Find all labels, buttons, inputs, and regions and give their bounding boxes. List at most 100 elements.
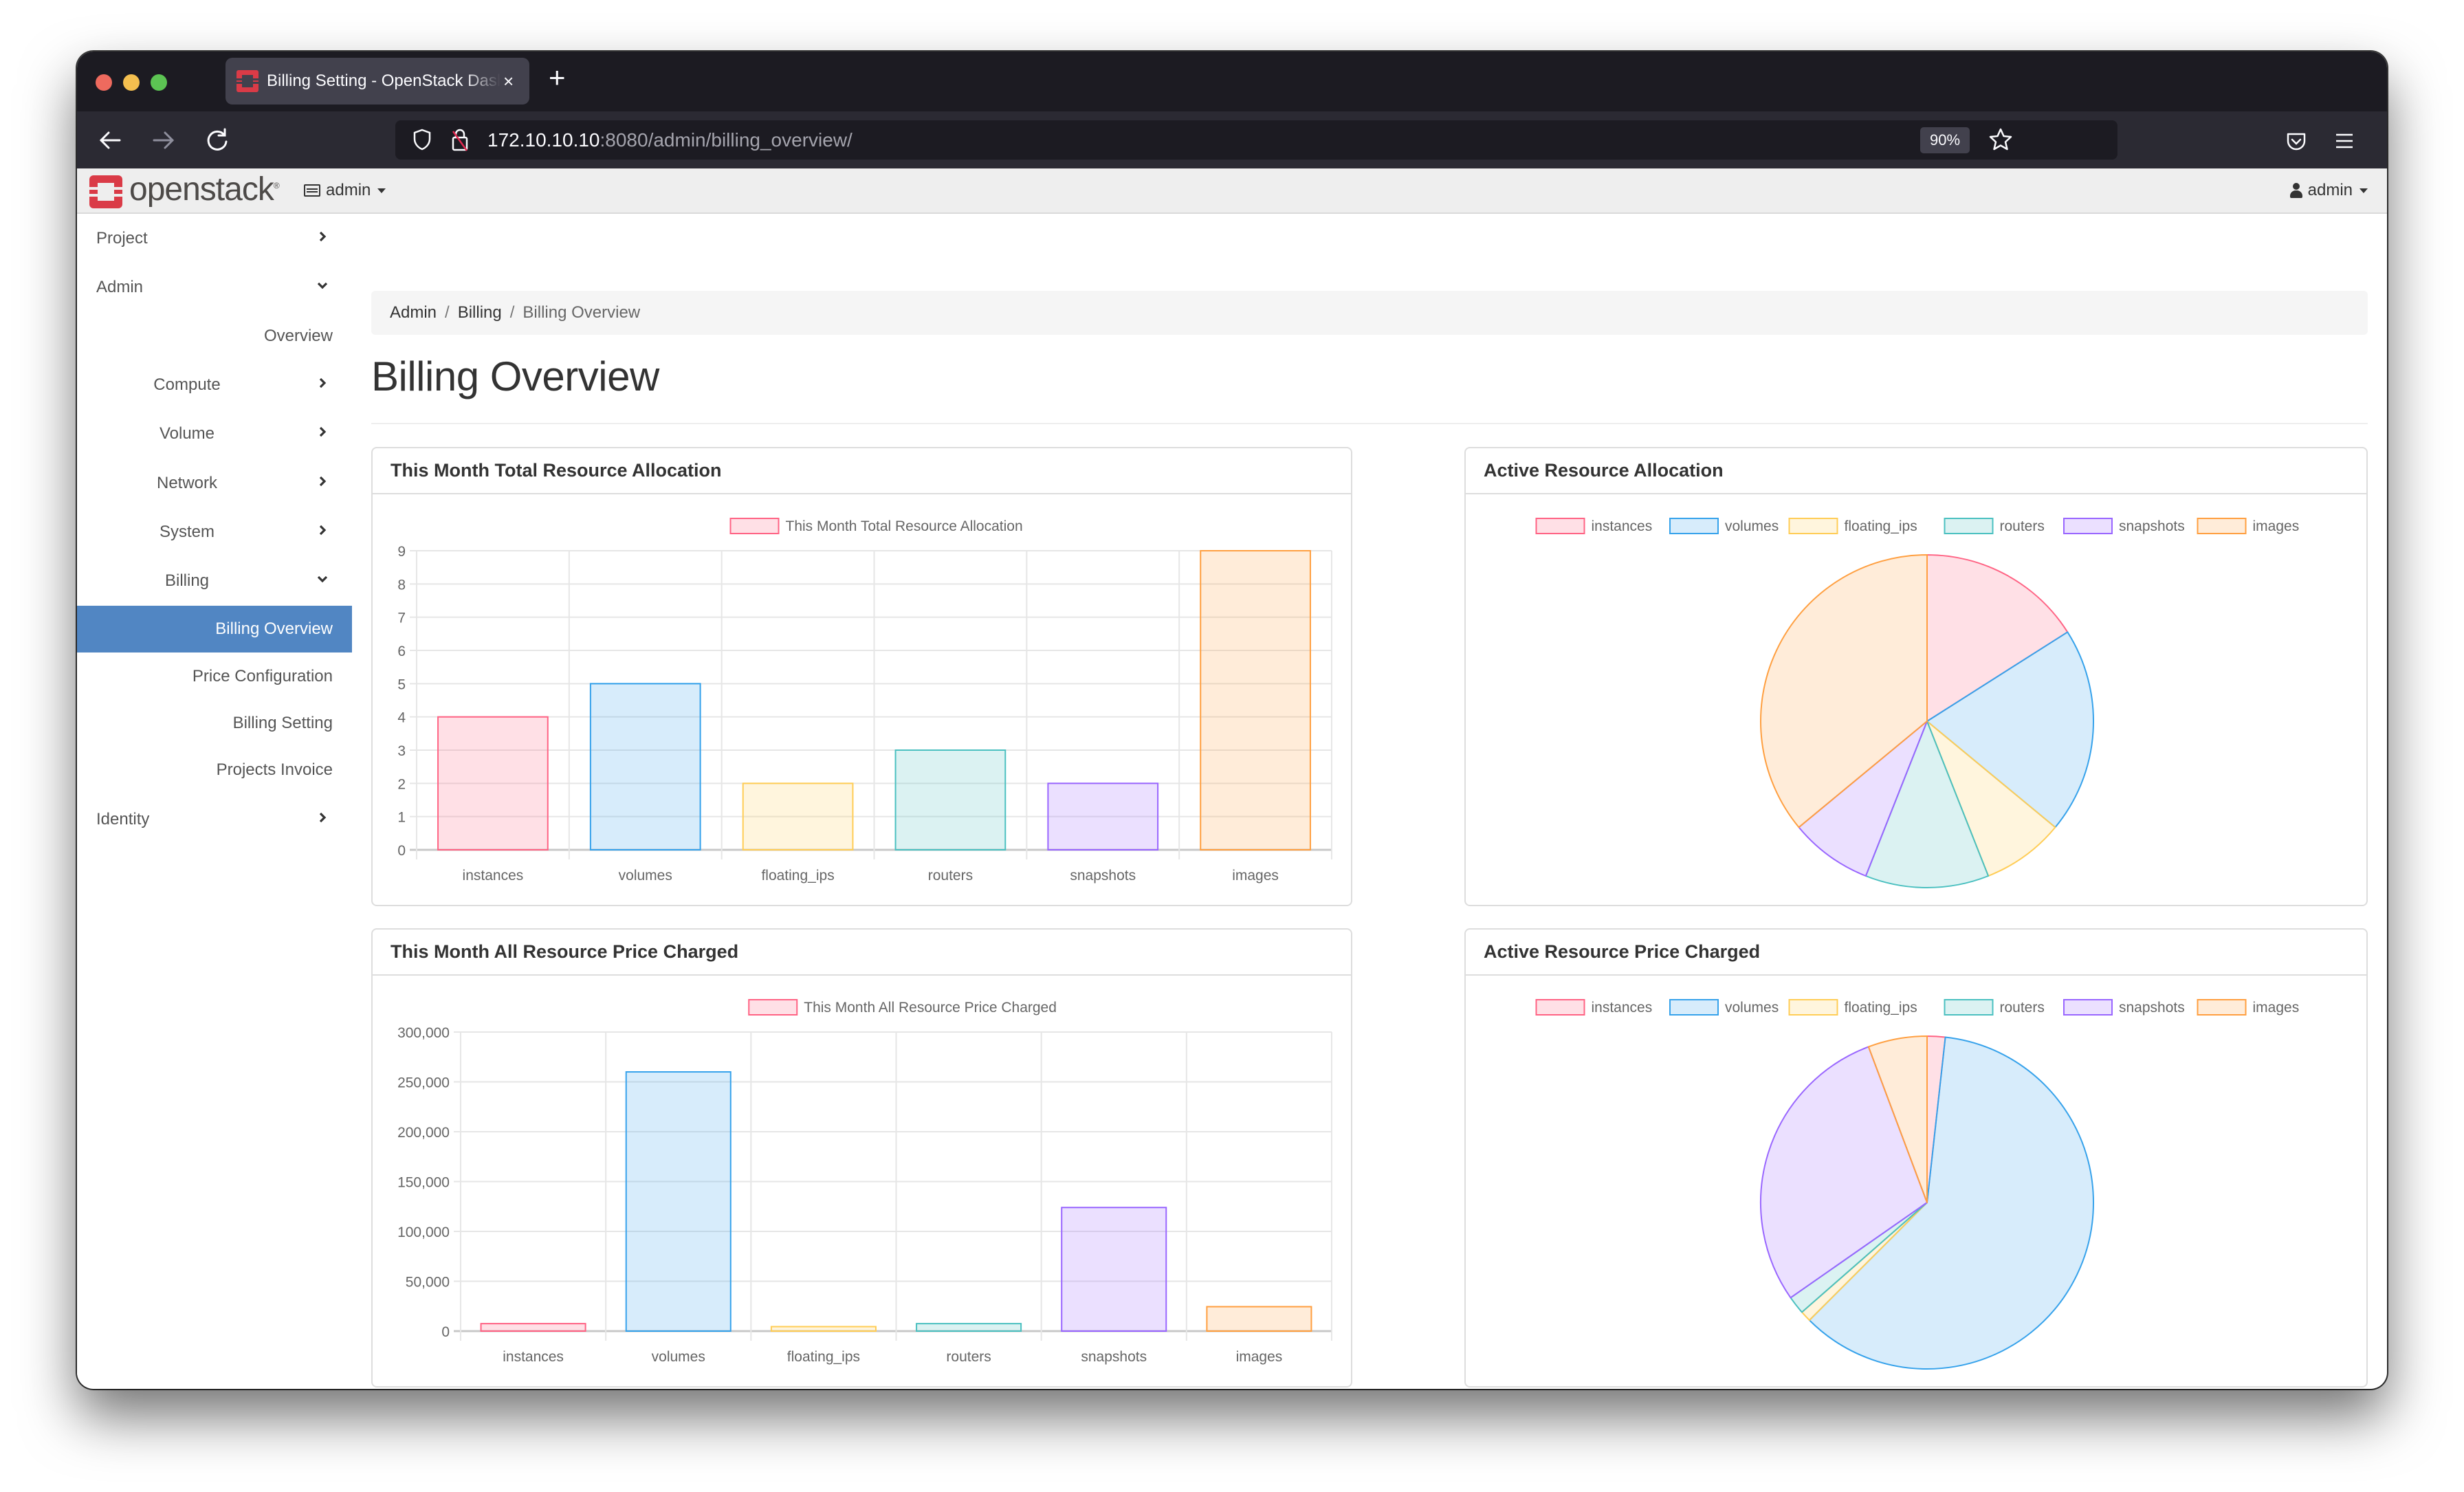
legend-label[interactable]: images bbox=[2253, 1000, 2300, 1016]
bookmark-star-icon[interactable] bbox=[1988, 127, 2014, 153]
legend-swatch[interactable] bbox=[1535, 518, 1585, 534]
maximize-window-button[interactable] bbox=[151, 74, 167, 91]
sidebar-item-project[interactable]: Project bbox=[77, 215, 352, 262]
sidebar-item-overview[interactable]: Overview bbox=[77, 313, 352, 360]
sidebar-nav: Project Admin Overview Compute Volume Network… bbox=[77, 215, 352, 1384]
breadcrumb-separator: / bbox=[445, 303, 450, 322]
legend-swatch[interactable] bbox=[1535, 999, 1585, 1016]
sidebar-item-label: Admin bbox=[96, 278, 144, 296]
bar-routers[interactable] bbox=[916, 1323, 1022, 1332]
legend-label[interactable]: snapshots bbox=[2119, 1000, 2185, 1016]
legend-label[interactable]: instances bbox=[1592, 518, 1653, 534]
sidebar-item-compute[interactable]: Compute bbox=[77, 362, 352, 408]
sidebar-item-label: System bbox=[159, 523, 214, 541]
close-window-button[interactable] bbox=[96, 74, 112, 91]
legend-swatch[interactable] bbox=[1788, 518, 1838, 534]
bar-snapshots[interactable] bbox=[1047, 782, 1159, 851]
legend-label[interactable]: snapshots bbox=[2119, 518, 2185, 534]
sidebar-item-network[interactable]: Network bbox=[77, 460, 352, 507]
chevron-down-icon bbox=[317, 575, 328, 583]
sidebar-item-system[interactable]: System bbox=[77, 509, 352, 556]
sidebar-item-label: Billing bbox=[164, 571, 210, 590]
legend-swatch[interactable] bbox=[1788, 999, 1838, 1016]
bar-images[interactable] bbox=[1206, 1306, 1312, 1332]
hamburger-menu-icon[interactable] bbox=[2335, 133, 2353, 149]
legend-swatch[interactable] bbox=[2063, 518, 2113, 534]
chevron-right-icon bbox=[319, 231, 327, 242]
x-tick-label: routers bbox=[928, 868, 973, 884]
legend-swatch[interactable] bbox=[748, 999, 798, 1016]
legend-label[interactable]: images bbox=[2253, 518, 2300, 534]
legend-swatch[interactable] bbox=[1944, 518, 1994, 534]
legend-label[interactable]: routers bbox=[2000, 1000, 2045, 1016]
project-picker-dropdown[interactable]: admin bbox=[304, 181, 386, 200]
new-tab-button[interactable]: + bbox=[549, 61, 566, 94]
url-text[interactable]: 172.10.10.10:8080/admin/billing_overview… bbox=[487, 129, 852, 151]
legend-label[interactable]: volumes bbox=[1725, 1000, 1779, 1016]
sidebar-item-label: Overview bbox=[263, 327, 333, 345]
openstack-logo-icon[interactable] bbox=[89, 175, 122, 208]
pocket-icon[interactable] bbox=[2286, 131, 2307, 152]
page-title: Billing Overview bbox=[371, 353, 659, 399]
legend-label[interactable]: instances bbox=[1592, 1000, 1653, 1016]
legend-swatch[interactable] bbox=[2197, 999, 2247, 1016]
bar-routers[interactable] bbox=[894, 749, 1006, 851]
tab-close-icon[interactable]: × bbox=[503, 71, 514, 92]
legend-swatch[interactable] bbox=[1669, 999, 1719, 1016]
bar-instances[interactable] bbox=[480, 1323, 586, 1332]
bar-floating_ips[interactable] bbox=[742, 782, 854, 851]
sidebar-item-projects-invoice[interactable]: Projects Invoice bbox=[77, 747, 352, 793]
pie-chart-active-allocation: instances volumes floating_ips routers snaps… bbox=[1535, 518, 2300, 888]
legend-label[interactable]: This Month Total Resource Allocation bbox=[786, 518, 1023, 534]
legend-swatch[interactable] bbox=[2197, 518, 2247, 534]
sidebar-item-billing[interactable]: Billing bbox=[77, 558, 352, 604]
project-picker-label: admin bbox=[326, 181, 371, 199]
legend-swatch[interactable] bbox=[729, 518, 780, 534]
insecure-lock-icon[interactable] bbox=[450, 127, 470, 152]
legend-label[interactable]: volumes bbox=[1725, 518, 1779, 534]
legend-swatch[interactable] bbox=[1669, 518, 1719, 534]
sidebar-item-label: Project bbox=[96, 229, 148, 248]
legend-label[interactable]: floating_ips bbox=[1845, 518, 1917, 534]
y-tick-label: 150,000 bbox=[397, 1175, 450, 1191]
sidebar-item-billing-setting[interactable]: Billing Setting bbox=[77, 700, 352, 747]
forward-arrow-icon[interactable] bbox=[147, 124, 180, 157]
legend-label[interactable]: floating_ips bbox=[1845, 1000, 1917, 1016]
x-tick-label: images bbox=[1232, 868, 1279, 884]
bar-images[interactable] bbox=[1200, 550, 1311, 851]
address-bar[interactable]: 172.10.10.10:8080/admin/billing_overview… bbox=[395, 120, 2118, 160]
bar-floating_ips[interactable] bbox=[770, 1326, 877, 1332]
breadcrumb-billing[interactable]: Billing bbox=[458, 303, 502, 322]
sidebar-item-price-configuration[interactable]: Price Configuration bbox=[77, 653, 352, 700]
sidebar-item-volume[interactable]: Volume bbox=[77, 410, 352, 457]
zoom-level-badge[interactable]: 90% bbox=[1920, 127, 1970, 153]
url-host: 172.10.10.10 bbox=[487, 129, 600, 151]
back-arrow-icon[interactable] bbox=[94, 124, 126, 157]
minimize-window-button[interactable] bbox=[123, 74, 140, 91]
bar-volumes[interactable] bbox=[589, 683, 701, 851]
shield-icon[interactable] bbox=[413, 129, 431, 151]
chevron-right-icon bbox=[319, 377, 327, 388]
breadcrumb-admin[interactable]: Admin bbox=[390, 303, 437, 322]
x-tick-label: snapshots bbox=[1070, 868, 1136, 884]
browser-tab-active[interactable]: Billing Setting - OpenStack Dashboard × bbox=[226, 58, 529, 105]
y-tick-label: 250,000 bbox=[397, 1075, 450, 1091]
bar-chart-total-allocation: This Month Total Resource Allocation 0 1 2 3… bbox=[397, 518, 1332, 884]
y-tick-label: 50,000 bbox=[406, 1275, 450, 1291]
legend-label[interactable]: routers bbox=[2000, 518, 2045, 534]
bar-instances[interactable] bbox=[437, 716, 549, 851]
user-menu-dropdown[interactable]: admin bbox=[2289, 181, 2368, 200]
sidebar-item-billing-overview[interactable]: Billing Overview bbox=[77, 606, 352, 652]
browser-toolbar: 172.10.10.10:8080/admin/billing_overview… bbox=[77, 111, 2387, 168]
openstack-logo-text[interactable]: openstack® bbox=[129, 171, 280, 208]
reload-icon[interactable] bbox=[201, 124, 234, 157]
legend-swatch[interactable] bbox=[1944, 999, 1994, 1016]
registered-mark: ® bbox=[273, 181, 280, 190]
sidebar-item-admin[interactable]: Admin bbox=[77, 264, 352, 311]
sidebar-item-identity[interactable]: Identity bbox=[77, 796, 352, 843]
legend-swatch[interactable] bbox=[2063, 999, 2113, 1016]
bar-volumes[interactable] bbox=[625, 1071, 732, 1332]
bar-snapshots[interactable] bbox=[1061, 1207, 1167, 1332]
sidebar-item-label: Billing Setting bbox=[232, 714, 333, 732]
legend-label[interactable]: This Month All Resource Price Charged bbox=[804, 1000, 1057, 1016]
